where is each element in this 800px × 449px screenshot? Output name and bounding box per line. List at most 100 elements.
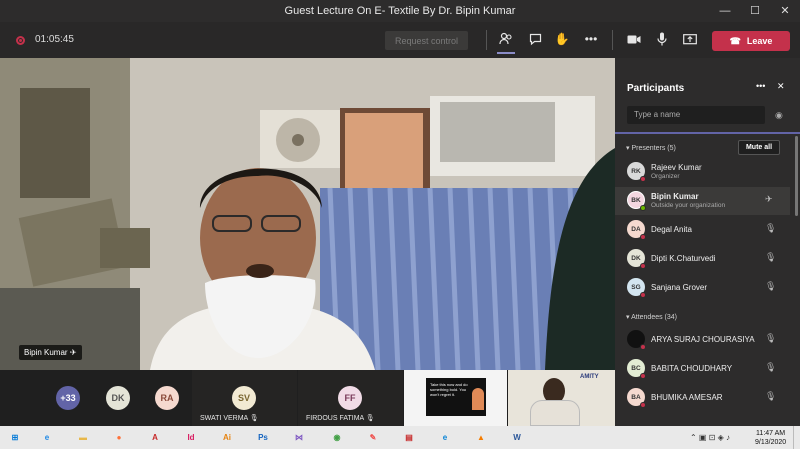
mute-all-button[interactable]: Mute all <box>738 140 780 155</box>
explorer-icon[interactable]: ▬ <box>74 429 92 446</box>
participant-tile[interactable]: SV SWATI VERMA 🎙 <box>192 370 297 426</box>
pin-icon[interactable]: ✈ <box>765 194 773 205</box>
clock-time: 11:47 AM <box>756 430 786 437</box>
participant-name: Rajeev Kumar <box>651 163 702 172</box>
taskbar-clock[interactable]: 11:47 AM 9/13/2020 <box>755 429 786 447</box>
participant-role: Organizer <box>651 173 680 180</box>
windows-taskbar: ⊞ e ▬ ● A Id Ai Ps ⋈ ◉ ✎ ▤ e ▲ W ⌃ ▣ ⊡ ◈ ♪ 11:47 AM 9/… <box>0 426 800 449</box>
chat-icon[interactable] <box>527 31 543 47</box>
status-badge <box>640 263 646 269</box>
vlc-icon[interactable]: ▲ <box>472 429 490 446</box>
active-tab-indicator <box>497 52 515 54</box>
participant-role: Outside your organization <box>651 202 726 209</box>
leave-button[interactable]: ☎ Leave <box>712 31 790 51</box>
participant-name: BABITA CHOUDHARY <box>651 364 733 373</box>
participant-row[interactable]: RK Rajeev Kumar Organizer <box>615 158 790 186</box>
status-badge <box>640 373 646 379</box>
mic-off-icon[interactable]: 🎙 <box>765 333 776 344</box>
speaker-name-tag: Bipin Kumar ✈ <box>19 345 82 360</box>
participant-row[interactable]: BK Bipin Kumar Outside your organization… <box>615 187 790 215</box>
chrome-icon[interactable]: ◉ <box>328 429 346 446</box>
status-badge <box>640 234 646 240</box>
document-icon[interactable]: ▤ <box>400 429 418 446</box>
avatar: SV <box>232 386 256 410</box>
avatar[interactable]: RA <box>155 386 179 410</box>
window-titlebar: Guest Lecture On E- Textile By Dr. Bipin… <box>0 0 800 22</box>
video-thumbnail[interactable]: AMITY <box>508 370 615 426</box>
shared-screen-thumbnail[interactable]: Take this now and do something bold. You… <box>404 370 507 426</box>
search-input[interactable]: Type a name <box>627 106 765 124</box>
leave-label: Leave <box>746 36 773 46</box>
windows-icon[interactable]: ⊞ <box>6 429 24 446</box>
participant-row[interactable]: ARYA SURAJ CHOURASIYA 🎙 <box>615 326 790 354</box>
panel-divider <box>615 132 800 134</box>
avatar[interactable]: DK <box>106 386 130 410</box>
participant-row[interactable]: SG Sanjana Grover 🎙 <box>615 274 790 302</box>
participant-row[interactable]: BA BHUMIKA AMESAR 🎙 <box>615 384 790 412</box>
indesign-icon[interactable]: Id <box>182 429 200 446</box>
status-badge <box>640 176 646 182</box>
meeting-toolbar: 01:05:45 Request control ✋ ••• ☎ Leave <box>0 22 800 58</box>
panel-scrollbar[interactable] <box>795 136 798 216</box>
participant-row[interactable]: BC BABITA CHOUDHARY 🎙 <box>615 355 790 383</box>
acrobat-icon[interactable]: A <box>146 429 164 446</box>
overflow-count-badge[interactable]: +33 <box>56 386 80 410</box>
clock-date: 9/13/2020 <box>755 439 787 446</box>
toolbar-divider <box>612 30 613 50</box>
share-screen-icon[interactable] <box>682 31 698 47</box>
more-actions-icon[interactable]: ••• <box>583 31 599 47</box>
microphone-icon[interactable] <box>654 31 670 47</box>
panel-more-icon[interactable]: ••• <box>756 81 765 91</box>
thumbnail-logo-text: AMITY <box>580 374 599 380</box>
recording-icon <box>16 36 25 45</box>
system-tray-icons[interactable]: ⌃ ▣ ⊡ ◈ ♪ <box>690 433 730 442</box>
tile-name: SWATI VERMA 🎙 <box>200 415 259 422</box>
attendees-section-label[interactable]: ▾ Attendees (34) <box>626 313 677 321</box>
status-badge <box>640 344 646 350</box>
participant-row[interactable]: DA Degal Anita 🎙 <box>615 216 790 244</box>
mic-off-icon[interactable]: 🎙 <box>765 362 776 373</box>
raise-hand-icon[interactable]: ✋ <box>554 31 570 47</box>
avatar: FF <box>338 386 362 410</box>
word-icon[interactable]: W <box>508 429 526 446</box>
mic-off-icon[interactable]: 🎙 <box>765 391 776 402</box>
participants-icon[interactable] <box>498 31 514 47</box>
mic-off-icon[interactable]: 🎙 <box>765 281 776 292</box>
maximize-button[interactable]: ☐ <box>740 0 770 22</box>
toolbar-divider <box>486 30 487 50</box>
participant-name: Sanjana Grover <box>651 283 708 292</box>
minimize-button[interactable]: — <box>710 0 740 22</box>
illustrator-icon[interactable]: Ai <box>218 429 236 446</box>
pin-icon: ✈ <box>69 348 77 357</box>
mic-off-icon: 🎙 <box>249 415 259 422</box>
panel-close-icon[interactable]: ✕ <box>777 81 785 92</box>
participant-name: Degal Anita <box>651 225 692 234</box>
ie-icon[interactable]: e <box>38 429 56 446</box>
participant-name: Dipti K.Chaturvedi <box>651 254 716 263</box>
tile-name: FIRDOUS FATIMA 🎙 <box>306 415 375 422</box>
mic-off-icon[interactable]: 🎙 <box>765 223 776 234</box>
photoshop-icon[interactable]: Ps <box>254 429 272 446</box>
participant-row[interactable]: DK Dipti K.Chaturvedi 🎙 <box>615 245 790 273</box>
presenters-section-label[interactable]: ▾ Presenters (5) <box>626 144 676 152</box>
speaker-name: Bipin Kumar <box>24 348 68 357</box>
mic-off-icon: 🎙 <box>365 415 375 422</box>
close-window-button[interactable]: ✕ <box>770 0 800 22</box>
camera-icon[interactable] <box>626 31 642 47</box>
participant-tile[interactable]: FF FIRDOUS FATIMA 🎙 <box>298 370 403 426</box>
show-desktop-button[interactable] <box>793 426 800 449</box>
request-control-button[interactable]: Request control <box>385 31 468 50</box>
thumbnail-text: Take this now and do something bold. You… <box>430 382 468 397</box>
paint-icon[interactable]: ✎ <box>364 429 382 446</box>
status-badge <box>640 205 646 211</box>
mic-off-icon[interactable]: 🎙 <box>765 252 776 263</box>
eye-icon[interactable]: ◉ <box>775 110 783 121</box>
edge-icon[interactable]: e <box>436 429 454 446</box>
participants-panel: Participants ••• ✕ Type a name ◉ ▾ Prese… <box>615 58 800 426</box>
vs-icon[interactable]: ⋈ <box>290 429 308 446</box>
speaker-video-image <box>0 58 615 370</box>
status-badge <box>640 402 646 408</box>
phone-hangup-icon: ☎ <box>729 35 741 46</box>
firefox-icon[interactable]: ● <box>110 429 128 446</box>
participant-strip: +33 DK RA SV SWATI VERMA 🎙 FF FIRDOUS FA… <box>0 370 615 426</box>
